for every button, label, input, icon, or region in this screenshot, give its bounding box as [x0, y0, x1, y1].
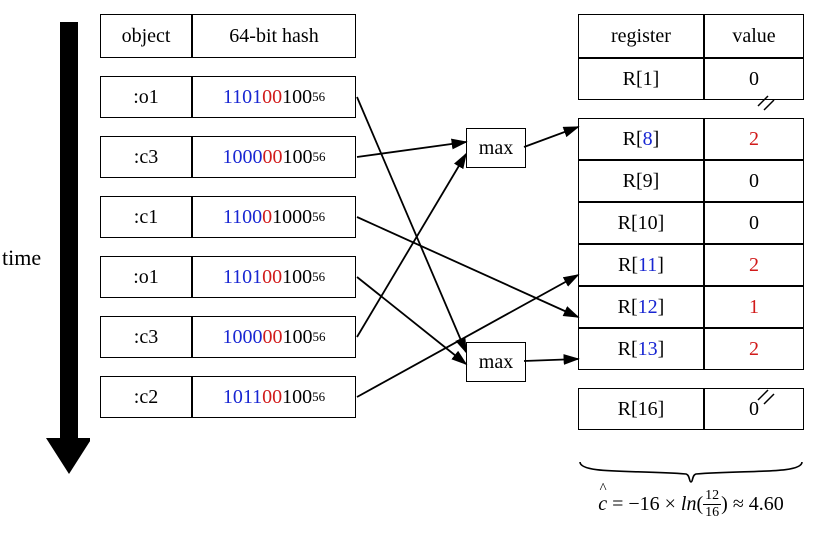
- register-cell: R[13]: [578, 328, 704, 370]
- value-cell: 2: [704, 118, 804, 160]
- object-cell: :c3: [100, 316, 192, 358]
- value-cell: 2: [704, 328, 804, 370]
- hash-prefix: 1101: [223, 266, 262, 289]
- hash-prefix: 1101: [223, 86, 262, 109]
- register-cell: R[16]: [578, 388, 704, 430]
- register-row: R[13] 2: [578, 328, 804, 370]
- hash-sup: 56: [312, 389, 325, 405]
- register-cell: R[1]: [578, 58, 704, 100]
- hash-mid: 00: [263, 326, 283, 349]
- hash-sup: 56: [313, 149, 326, 165]
- hash-prefix: 1011: [223, 386, 262, 409]
- hash-prefix: 1000: [223, 146, 263, 169]
- register-row: R[16] 0: [578, 388, 804, 430]
- hash-post: 100: [282, 386, 312, 409]
- right-table-header: register value: [578, 14, 804, 58]
- header-object: object: [100, 14, 192, 58]
- register-row: R[11] 2: [578, 244, 804, 286]
- value-cell: 0: [704, 202, 804, 244]
- under-brace-icon: [578, 460, 804, 488]
- object-cell: :c1: [100, 196, 192, 238]
- register-cell: R[12]: [578, 286, 704, 328]
- register-row: R[9] 0: [578, 160, 804, 202]
- hash-post: 100: [283, 326, 313, 349]
- left-table-header: object 64-bit hash: [100, 14, 356, 58]
- register-row: R[1] 0: [578, 58, 804, 100]
- hash-post: 1000: [272, 206, 312, 229]
- header-register: register: [578, 14, 704, 58]
- hash-sup: 56: [312, 209, 325, 225]
- header-hash: 64-bit hash: [192, 14, 356, 58]
- cardinality-formula: c = −16 × ln(1216) ≈ 4.60: [568, 490, 814, 521]
- hash-mid: 00: [262, 386, 282, 409]
- hash-cell: 11010010056: [192, 76, 356, 118]
- register-row: R[12] 1: [578, 286, 804, 328]
- formula-fraction: 1216: [703, 489, 721, 520]
- hash-cell: 10000010056: [192, 136, 356, 178]
- object-cell: :o1: [100, 76, 192, 118]
- max-box-2: max: [466, 342, 526, 382]
- hash-sup: 56: [313, 329, 326, 345]
- object-cell: :c3: [100, 136, 192, 178]
- register-row: R[8] 2: [578, 118, 804, 160]
- value-cell: 0: [704, 388, 804, 430]
- time-label: time: [2, 245, 41, 271]
- hash-sup: 56: [312, 269, 325, 285]
- hash-prefix: 1000: [223, 326, 263, 349]
- hash-post: 100: [282, 86, 312, 109]
- register-cell: R[10]: [578, 202, 704, 244]
- hash-cell: 10110010056: [192, 376, 356, 418]
- hash-post: 100: [283, 146, 313, 169]
- value-cell: 2: [704, 244, 804, 286]
- register-cell: R[9]: [578, 160, 704, 202]
- hash-mid: 00: [263, 146, 283, 169]
- value-cell: 0: [704, 160, 804, 202]
- time-arrow-icon: [46, 18, 90, 478]
- left-row: :c3 10000010056: [100, 316, 356, 358]
- diagram-stage: time object 64-bit hash :o1 11010010056 …: [0, 0, 833, 539]
- left-object-hash-table: object 64-bit hash :o1 11010010056 :c3 1…: [100, 14, 356, 418]
- register-cell: R[11]: [578, 244, 704, 286]
- right-register-table: register value R[1] 0 R[8] 2 R[9] 0 R[10…: [578, 14, 804, 430]
- left-row: :o1 11010010056: [100, 76, 356, 118]
- hash-mid: 0: [262, 206, 272, 229]
- hash-post: 100: [282, 266, 312, 289]
- max-box-1: max: [466, 128, 526, 168]
- left-row: :c2 10110010056: [100, 376, 356, 418]
- formula-var: c: [598, 493, 607, 515]
- hash-mid: 00: [262, 86, 282, 109]
- hash-prefix: 1100: [223, 206, 262, 229]
- left-row: :c3 10000010056: [100, 136, 356, 178]
- register-row: R[10] 0: [578, 202, 804, 244]
- value-cell: 1: [704, 286, 804, 328]
- header-value: value: [704, 14, 804, 58]
- value-cell: 0: [704, 58, 804, 100]
- left-row: :o1 11010010056: [100, 256, 356, 298]
- object-cell: :o1: [100, 256, 192, 298]
- hash-cell: 11000100056: [192, 196, 356, 238]
- hash-cell: 11010010056: [192, 256, 356, 298]
- hash-sup: 56: [312, 89, 325, 105]
- left-row: :c1 11000100056: [100, 196, 356, 238]
- hash-mid: 00: [262, 266, 282, 289]
- hash-cell: 10000010056: [192, 316, 356, 358]
- object-cell: :c2: [100, 376, 192, 418]
- register-cell: R[8]: [578, 118, 704, 160]
